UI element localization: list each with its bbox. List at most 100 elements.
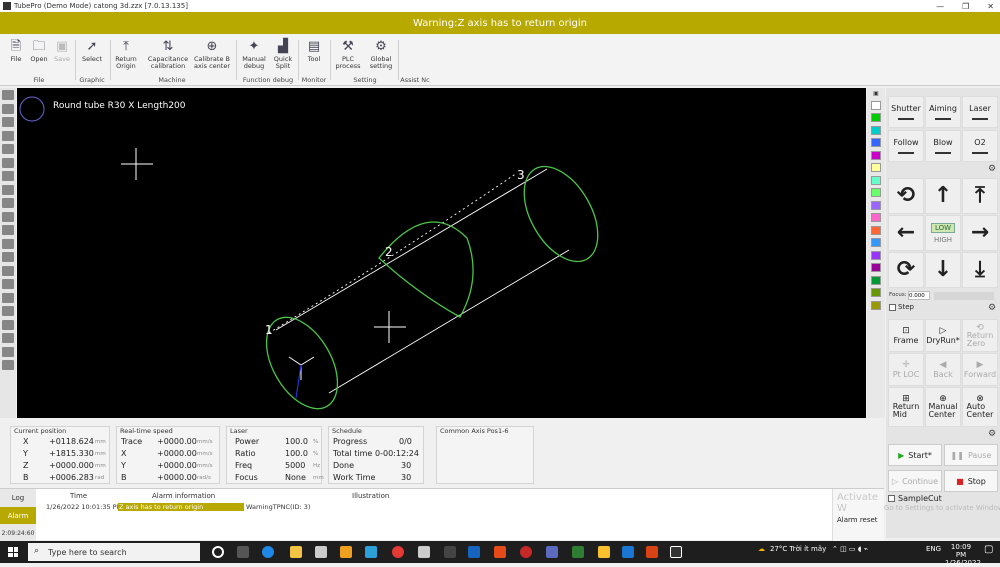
quick-split-button[interactable]: ▟ Quick Split: [270, 38, 296, 70]
copy-tool-icon[interactable]: [2, 319, 14, 330]
rotate-cw-button[interactable]: ⟳: [888, 252, 924, 288]
layer-swatch[interactable]: [871, 125, 881, 135]
circle-tool-icon[interactable]: [2, 157, 14, 168]
drop-tool-icon[interactable]: [2, 252, 14, 262]
layer-swatch[interactable]: [871, 200, 881, 210]
move-left-button[interactable]: ←: [888, 215, 924, 251]
curve-tool-icon[interactable]: [2, 346, 14, 357]
dots-tool-icon[interactable]: [2, 279, 14, 289]
layer-swatch[interactable]: [871, 263, 881, 272]
rectangle-tool-icon[interactable]: [2, 171, 14, 181]
layer-swatch[interactable]: [871, 150, 881, 160]
app-icon-7[interactable]: [520, 546, 532, 558]
app-icon-8[interactable]: [546, 546, 558, 558]
pointer-tool-icon[interactable]: [2, 90, 14, 100]
array-tool-icon[interactable]: [2, 360, 14, 370]
layer-swatch[interactable]: [871, 175, 881, 185]
store-icon[interactable]: [315, 546, 327, 558]
app-icon-5[interactable]: [468, 546, 480, 558]
return-mid-button[interactable]: ⊞ Return Mid: [888, 387, 924, 427]
app-icon-11[interactable]: [622, 546, 634, 558]
alarm-reset-button[interactable]: Alarm reset: [837, 516, 878, 524]
manual-center-button[interactable]: ⊕ Manual Center: [925, 387, 961, 427]
tray-icons[interactable]: ⌃ ◫ ▭ ◖ ⌁: [832, 545, 868, 553]
pt-loc-button[interactable]: ✛ Pt LOC: [888, 353, 924, 386]
lead-tool-icon[interactable]: [2, 211, 14, 222]
return-zero-button[interactable]: ⟲ Return Zero: [962, 319, 998, 352]
hand-tool-icon[interactable]: [2, 103, 14, 114]
step-checkbox[interactable]: Step: [889, 303, 914, 311]
move-up-button[interactable]: ↑: [925, 178, 961, 214]
back-button[interactable]: ◀ Back: [925, 353, 961, 386]
app-icon-1[interactable]: [340, 546, 352, 558]
app-icon-4[interactable]: [444, 546, 456, 558]
bridge-tool-icon[interactable]: [2, 265, 14, 276]
global-setting-button[interactable]: ⚙ Global setting: [367, 38, 395, 70]
o2-button[interactable]: O2: [962, 130, 998, 162]
open-button[interactable]: 🗀 Open: [29, 38, 49, 63]
measure-tool-icon[interactable]: [2, 333, 14, 343]
calibrate-b-axis-button[interactable]: ⊕ Calibrate B axis center: [192, 38, 232, 70]
layer-swatch[interactable]: [871, 275, 881, 285]
layer-swatch[interactable]: [871, 113, 881, 122]
windows-start-icon[interactable]: [8, 547, 18, 557]
layer-swatch[interactable]: [871, 300, 881, 310]
save-button[interactable]: ▣ Save: [52, 38, 72, 63]
select-button[interactable]: ➚ Select: [80, 38, 104, 63]
continue-button[interactable]: ▷ Continue: [888, 470, 942, 492]
clock[interactable]: 10:09 PM 1/26/2022: [945, 543, 981, 567]
gear-icon[interactable]: ⚙: [988, 164, 996, 174]
capacitance-calibration-button[interactable]: ⇅ Capacitance calibration: [146, 38, 190, 70]
app-icon-9[interactable]: [572, 546, 584, 558]
laser-button[interactable]: Laser: [962, 96, 998, 128]
step-gear-icon[interactable]: ⚙: [988, 303, 996, 313]
eye-tool-icon[interactable]: [2, 117, 14, 127]
focus-input[interactable]: [908, 291, 930, 300]
polygon-tool-icon[interactable]: [2, 184, 14, 195]
auto-center-button[interactable]: ⊗ Auto Center: [962, 387, 998, 427]
layer-header-icon[interactable]: ▣: [867, 90, 885, 97]
shutter-button[interactable]: Shutter: [888, 96, 924, 128]
frame-button[interactable]: ⊡ Frame: [888, 319, 924, 352]
layer-swatch[interactable]: [871, 100, 881, 110]
file-button[interactable]: 🗎 File: [6, 38, 26, 63]
layer-swatch[interactable]: [871, 188, 881, 197]
language-indicator[interactable]: ENG: [926, 545, 941, 553]
close-button[interactable]: ✕: [987, 2, 994, 11]
plc-process-button[interactable]: ⚒ PLC process: [334, 38, 362, 70]
rotate-ccw-button[interactable]: ⟲: [888, 178, 924, 214]
layer-swatch[interactable]: [871, 238, 881, 247]
text-tool-icon[interactable]: [2, 198, 14, 208]
layer-swatch[interactable]: [871, 250, 881, 260]
move-right-button[interactable]: →: [962, 215, 998, 251]
tool-button[interactable]: ▤ Tool: [302, 38, 326, 63]
notification-icon[interactable]: ▢: [984, 544, 993, 555]
maximize-button[interactable]: ❐: [962, 2, 969, 11]
chrome-icon[interactable]: [392, 546, 404, 558]
stop-button[interactable]: ■ Stop: [944, 470, 998, 492]
layer-swatch[interactable]: [871, 288, 881, 297]
samplecut-checkbox[interactable]: SampleCut: [888, 494, 942, 503]
layer-swatch[interactable]: [871, 225, 881, 235]
task-view-icon[interactable]: [237, 546, 249, 558]
grid-tool-icon[interactable]: [2, 306, 14, 316]
app-icon-6[interactable]: [494, 546, 506, 558]
blow-button[interactable]: Blow: [925, 130, 961, 162]
move-down-button[interactable]: ↓: [925, 252, 961, 288]
app-icon-3[interactable]: [418, 546, 430, 558]
layer-swatch[interactable]: [871, 138, 881, 147]
tubepro-taskbar-icon[interactable]: [670, 546, 682, 558]
aiming-button[interactable]: Aiming: [925, 96, 961, 128]
follow-button[interactable]: Follow: [888, 130, 924, 162]
zoom-tool-icon[interactable]: [2, 130, 14, 141]
focus-slider[interactable]: [934, 292, 994, 300]
minimize-button[interactable]: —: [936, 2, 944, 11]
line-tool-icon[interactable]: [2, 144, 14, 154]
center-gear-icon[interactable]: ⚙: [988, 429, 996, 439]
pause-button[interactable]: ❚❚ Pause: [944, 444, 998, 466]
file-explorer-icon[interactable]: [290, 546, 302, 558]
order-tool-icon[interactable]: [2, 238, 14, 249]
app-icon-12[interactable]: [646, 546, 658, 558]
return-origin-button[interactable]: ⤒ Return Origin: [113, 38, 139, 70]
manual-debug-button[interactable]: ✦ Manual debug: [240, 38, 268, 70]
